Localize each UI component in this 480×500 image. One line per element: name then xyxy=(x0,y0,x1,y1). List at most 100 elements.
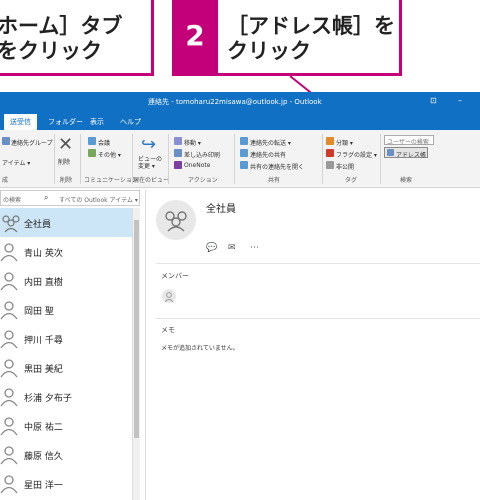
meeting-button[interactable]: 会議 xyxy=(98,138,110,147)
contact-list-item[interactable]: 藤原 信久 xyxy=(0,440,132,469)
section-divider xyxy=(156,318,480,319)
follow-up-button[interactable]: フラグの設定 ▾ xyxy=(336,150,377,159)
group-label-share: 共有 xyxy=(268,177,281,184)
onenote-icon xyxy=(174,161,182,169)
person-icon xyxy=(0,300,18,320)
open-shared-contacts-button[interactable]: 共有の連絡先を開く xyxy=(250,162,304,171)
search-input[interactable]: の検索 xyxy=(3,195,21,204)
group-label-new: 成 xyxy=(2,177,9,184)
group-label-tags: タグ xyxy=(345,177,358,184)
group-label-actions: アクション xyxy=(188,177,218,184)
callout-step-2: 2 ［アドレス帳］を クリック xyxy=(172,0,402,76)
move-button[interactable]: 移動 ▾ xyxy=(184,138,201,147)
share-contacts-button[interactable]: 連絡先の共有 xyxy=(250,150,286,159)
contact-list-scrollbar[interactable] xyxy=(132,208,140,500)
minimize-button[interactable]: – xyxy=(458,96,462,105)
group-avatar xyxy=(156,200,196,240)
ribbon-separator xyxy=(322,134,323,184)
ribbon: 連絡先グループ アイテム ▾ 成 ✕ 削除 削除 会議 その他 ▾ コミュニケー… xyxy=(0,130,480,188)
contact-name: 内田 直樹 xyxy=(24,278,63,288)
search-people-placeholder: ユーザーの検索 xyxy=(387,139,429,146)
delete-button[interactable]: 削除 xyxy=(58,157,70,166)
mail-merge-icon xyxy=(174,149,182,157)
contact-group-icon xyxy=(2,137,10,145)
window-title: 連絡先 - tomoharu22misawa@outlook.jp - Outl… xyxy=(148,98,322,106)
person-icon xyxy=(0,416,18,436)
ribbon-separator xyxy=(54,134,55,184)
change-view-icon: ↪ xyxy=(141,134,157,155)
section-divider xyxy=(156,263,480,264)
new-items-button[interactable]: アイテム ▾ xyxy=(2,158,30,167)
contact-name: 黒田 美紀 xyxy=(24,365,63,375)
contact-list-item[interactable]: 杉浦 夕布子 xyxy=(0,382,132,411)
ribbon-display-options-icon[interactable]: ⊡ xyxy=(430,96,437,105)
member-avatar[interactable] xyxy=(162,289,176,303)
search-people-input[interactable]: ユーザーの検索 xyxy=(384,135,434,146)
contact-list-item[interactable]: 全社員 xyxy=(0,208,132,237)
share-contacts-icon xyxy=(240,149,248,157)
categorize-icon xyxy=(326,137,334,145)
person-icon xyxy=(0,242,18,262)
ribbon-separator xyxy=(234,134,235,184)
ribbon-separator xyxy=(80,134,81,184)
person-icon xyxy=(0,358,18,378)
email-icon[interactable]: ✉ xyxy=(228,243,236,253)
person-icon xyxy=(0,271,18,291)
scroll-thumb[interactable] xyxy=(134,220,139,438)
private-button[interactable]: 非公開 xyxy=(336,162,354,171)
meeting-icon xyxy=(88,137,96,145)
open-shared-contacts-icon xyxy=(240,161,248,169)
contact-list-item[interactable]: 内田 直樹 xyxy=(0,266,132,295)
group-label-delete: 削除 xyxy=(60,177,73,184)
contact-name: 岡田 聖 xyxy=(24,307,54,317)
group-label-find: 検索 xyxy=(400,177,413,184)
step-number-badge: 2 xyxy=(172,0,218,73)
search-icon[interactable]: ⌕ xyxy=(44,193,48,203)
categorize-button[interactable]: 分類 ▾ xyxy=(336,138,353,147)
contact-name: 全社員 xyxy=(24,220,52,230)
search-scope-dropdown[interactable]: すべての Outlook アイテム ▾ xyxy=(59,195,138,204)
person-icon xyxy=(164,292,174,303)
contact-name: 押川 千尋 xyxy=(24,336,63,346)
person-icon xyxy=(0,474,18,494)
address-book-button[interactable]: アドレス帳 xyxy=(384,147,428,159)
person-icon xyxy=(0,329,18,349)
contact-name: 藤原 信久 xyxy=(24,452,63,462)
contact-list-item[interactable]: 星田 洋一 xyxy=(0,469,132,498)
group-label-communication: コミュニケーション xyxy=(84,177,138,184)
move-icon xyxy=(174,137,182,145)
tab-folder[interactable]: フォルダー xyxy=(48,117,83,127)
mail-merge-button[interactable]: 差し込み印刷 xyxy=(184,150,220,159)
new-contact-group-button[interactable]: 連絡先グループ xyxy=(11,138,53,147)
forward-contact-button[interactable]: 連絡先の転送 ▾ xyxy=(250,138,291,147)
group-label-current-view: 現在のビュー xyxy=(133,177,170,184)
contact-list-item[interactable]: 青山 英次 xyxy=(0,237,132,266)
contact-name: 杉浦 夕布子 xyxy=(24,394,72,404)
chat-icon[interactable]: 💬 xyxy=(206,243,217,253)
contact-list-item[interactable]: 押川 千尋 xyxy=(0,324,132,353)
contact-search-box[interactable]: の検索 ⌕ すべての Outlook アイテム ▾ xyxy=(0,190,140,206)
more-options-icon[interactable]: ⋯ xyxy=(250,243,259,253)
delete-icon: ✕ xyxy=(58,134,74,155)
person-icon xyxy=(0,445,18,465)
ribbon-separator xyxy=(168,134,169,184)
contact-name: 青山 英次 xyxy=(24,249,63,259)
memo-label: メモ xyxy=(161,326,175,334)
tab-send-receive[interactable]: 送受信 xyxy=(4,114,37,130)
contact-list-item[interactable]: 中原 祐二 xyxy=(0,411,132,440)
more-button[interactable]: その他 ▾ xyxy=(98,150,121,159)
contact-list-item[interactable]: 黒田 美紀 xyxy=(0,353,132,382)
contact-group-title: 全社員 xyxy=(206,204,236,215)
callout-step-1: ホーム］タブ をクリック xyxy=(0,0,154,76)
tab-help[interactable]: ヘルプ xyxy=(120,117,141,127)
members-label: メンバー xyxy=(161,272,189,280)
tab-view[interactable]: 表示 xyxy=(90,117,104,127)
people-group-icon xyxy=(0,213,20,233)
change-view-button[interactable]: ビューの 変更 ▾ xyxy=(138,156,162,170)
memo-text: メモが追加されていません。 xyxy=(161,345,239,352)
ribbon-separator xyxy=(380,134,381,184)
contact-list-item[interactable]: 岡田 聖 xyxy=(0,295,132,324)
onenote-button[interactable]: OneNote xyxy=(184,162,210,169)
reading-pane: 全社員 💬 ✉ ⋯ メンバー メモ メモが追加されていません。 xyxy=(145,190,480,500)
forward-contact-icon xyxy=(240,137,248,145)
